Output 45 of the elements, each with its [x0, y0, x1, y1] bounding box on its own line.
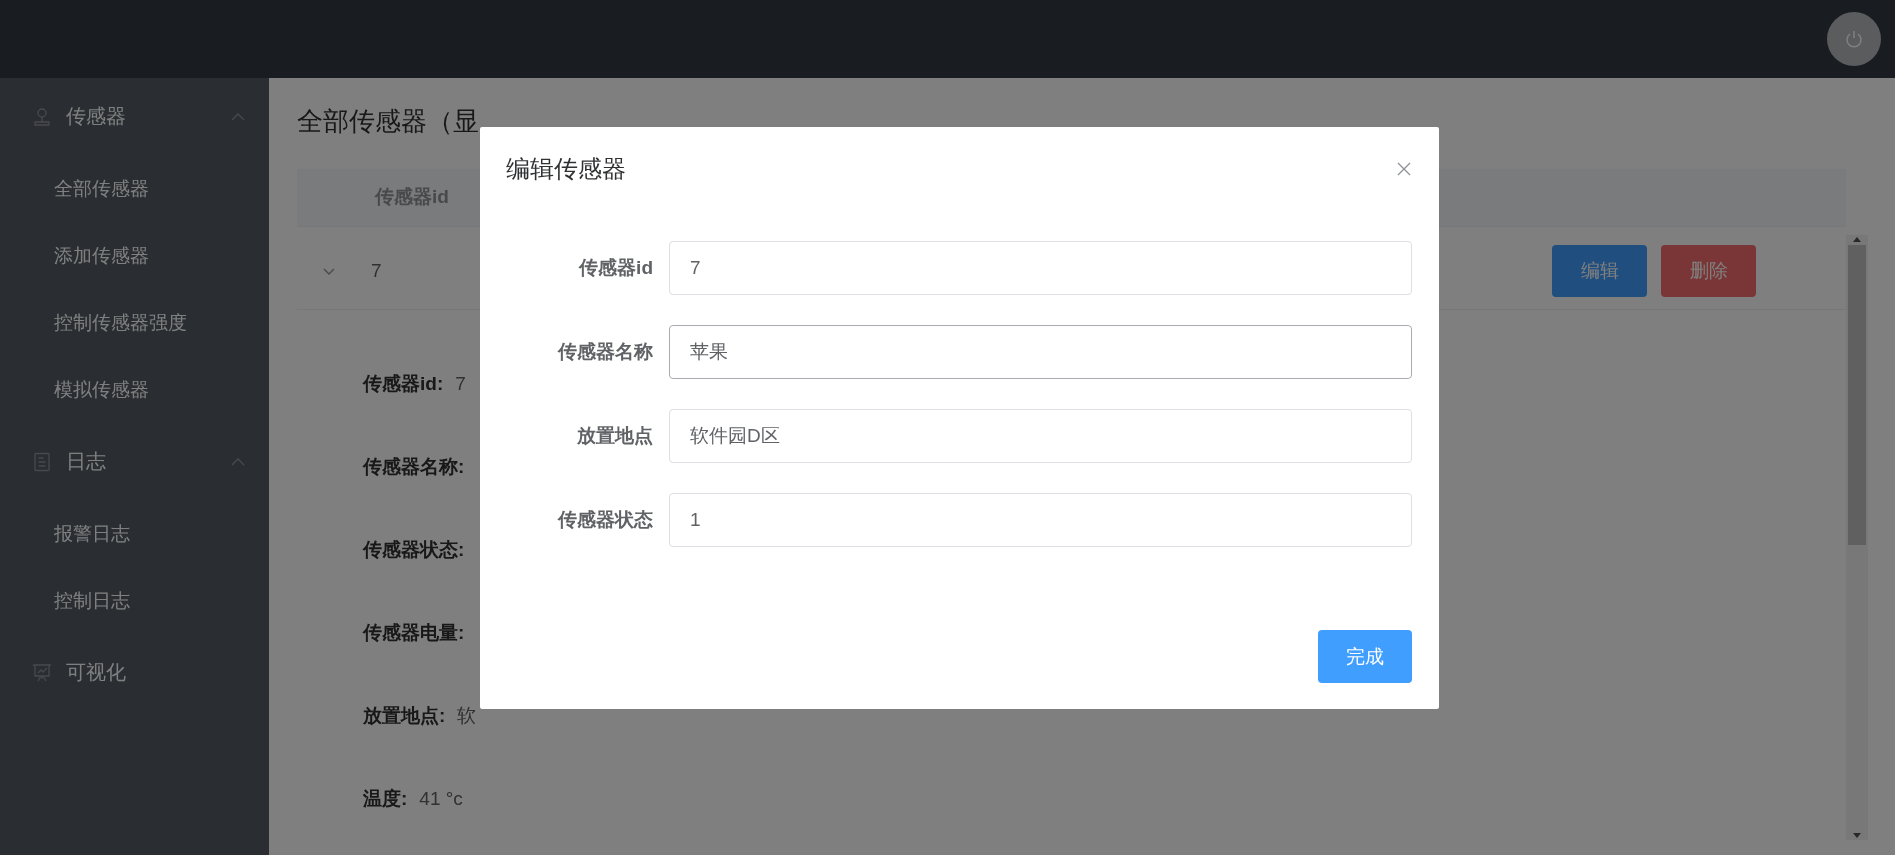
menu-item[interactable]: 添加传感器 [0, 222, 269, 289]
delete-button[interactable]: 删除 [1661, 244, 1756, 297]
person-icon [32, 106, 52, 127]
input-field[interactable]: 1 [669, 493, 1412, 547]
detail-label: 放置地点: [363, 703, 446, 728]
edit-button[interactable]: 编辑 [1552, 244, 1647, 297]
done-button[interactable]: 完成 [1318, 630, 1412, 683]
input-field[interactable]: 7 [669, 241, 1412, 295]
detail-label: 传感器名称: [363, 454, 465, 479]
menu-item[interactable]: 模拟传感器 [0, 356, 269, 423]
menu-group[interactable]: 日志 [0, 423, 269, 500]
power-icon [1844, 29, 1864, 49]
field-label: 传感器名称 [556, 340, 654, 364]
detail-value: 7 [455, 372, 466, 395]
detail-value: 软 [457, 703, 477, 728]
page-title: 全部传感器（显 [297, 105, 480, 138]
dialog-title: 编辑传感器 [506, 154, 626, 184]
power-button[interactable] [1827, 12, 1881, 66]
input-field[interactable]: 苹果 [669, 325, 1412, 379]
menu-group-label: 可视化 [66, 660, 127, 685]
menu-item[interactable]: 控制日志 [0, 567, 269, 634]
menu-group[interactable]: 可视化 [0, 634, 269, 711]
detail-value: 41 °c [419, 787, 463, 810]
close-icon [1396, 161, 1412, 177]
input-field[interactable]: 软件园D区 [669, 409, 1412, 463]
close-button[interactable] [1396, 161, 1412, 177]
detail-label: 传感器id: [363, 371, 444, 396]
detail-label: 温度: [363, 786, 408, 811]
document-icon [32, 451, 52, 472]
table-cell-text: 7 [370, 259, 382, 282]
field-label: 传感器状态 [556, 508, 654, 532]
detail-label: 传感器状态: [363, 537, 465, 562]
menu-group-label: 传感器 [66, 104, 127, 129]
menu-item[interactable]: 全部传感器 [0, 155, 269, 222]
scroll-down-icon[interactable] [1852, 832, 1862, 840]
menu-item[interactable]: 报警日志 [0, 500, 269, 567]
field-label: 放置地点 [576, 424, 654, 448]
scrollbar[interactable] [1846, 235, 1868, 840]
field-label: 传感器id [577, 256, 654, 280]
presentation-chart-icon [32, 662, 52, 683]
scroll-up-icon[interactable] [1852, 235, 1862, 243]
menu-item[interactable]: 控制传感器强度 [0, 289, 269, 356]
detail-label: 传感器电量: [363, 620, 465, 645]
menu-group[interactable]: 传感器 [0, 78, 269, 155]
menu-group-label: 日志 [66, 449, 107, 474]
